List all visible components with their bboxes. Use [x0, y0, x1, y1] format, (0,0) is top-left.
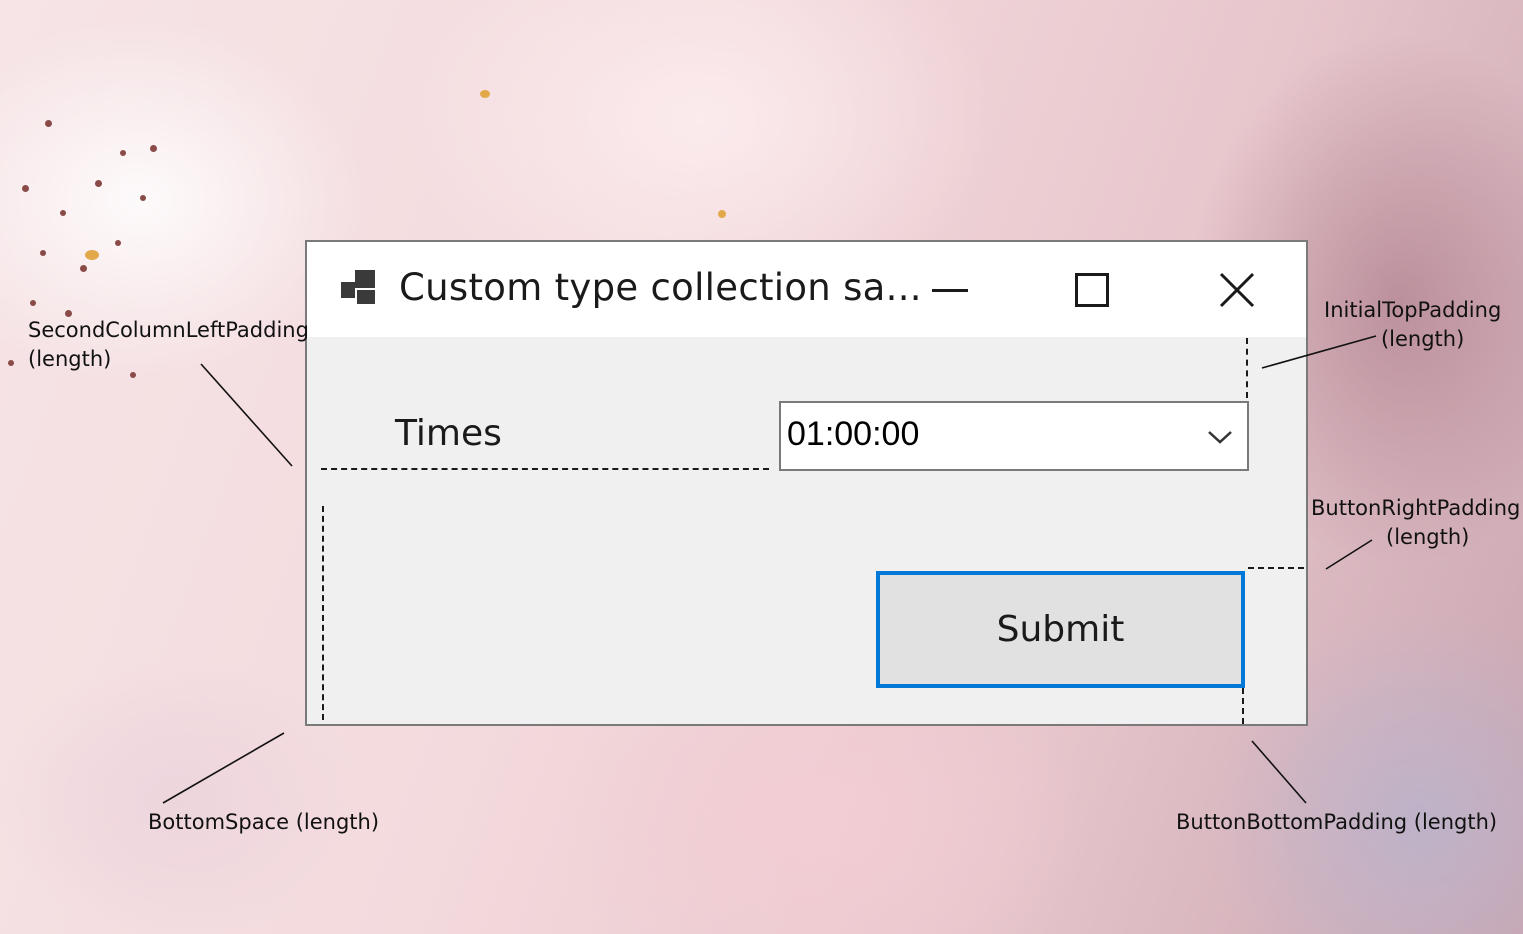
flower-stamen	[8, 360, 14, 366]
window-title: Custom type collection sa...	[399, 266, 922, 309]
times-label: Times	[395, 413, 502, 454]
minimize-icon	[932, 288, 968, 292]
flower-stamen	[140, 195, 146, 201]
button-bottom-padding-guide	[1242, 688, 1244, 724]
app-window: Custom type collection sa... Times 01:00…	[305, 240, 1308, 726]
flower-pollen	[718, 210, 726, 218]
close-icon	[1219, 272, 1255, 307]
maximize-icon	[1075, 272, 1109, 307]
times-value: 01:00:00	[787, 415, 920, 453]
button-right-padding-guide	[1248, 567, 1304, 569]
annotation-text: (length)	[1380, 327, 1465, 351]
flower-stamen	[30, 300, 36, 306]
flower-pollen	[85, 250, 99, 260]
flower-stamen	[150, 145, 157, 152]
annotation-text: InitialTopPadding	[1324, 298, 1502, 322]
flower-stamen	[80, 265, 87, 272]
close-button[interactable]	[1182, 242, 1292, 337]
app-form-icon	[341, 270, 375, 304]
flower-stamen	[120, 150, 126, 156]
bottom-space-annotation: BottomSpace (length)	[148, 810, 380, 834]
annotation-text: (length)	[28, 347, 112, 371]
button-right-padding-annotation: ButtonRightPadding (length)	[1311, 494, 1520, 552]
annotation-text: SecondColumnLeftPadding	[28, 318, 309, 342]
button-bottom-padding-annotation: ButtonBottomPadding (length)	[1176, 810, 1498, 834]
annotation-text: ButtonRightPadding	[1311, 496, 1521, 520]
flower-stamen	[22, 185, 29, 192]
form-client-area: Times 01:00:00 Submit	[307, 337, 1306, 724]
maximize-button[interactable]	[1037, 242, 1147, 337]
times-combobox[interactable]: 01:00:00	[779, 401, 1249, 471]
title-bar[interactable]: Custom type collection sa...	[307, 242, 1306, 337]
bottom-space-guide	[322, 506, 324, 720]
initial-top-padding-guide	[1246, 338, 1248, 398]
annotation-text: (length)	[1386, 525, 1470, 549]
flower-stamen	[95, 180, 102, 187]
flower-stamen	[40, 250, 46, 256]
submit-button[interactable]: Submit	[876, 571, 1245, 688]
second-column-left-padding-guide	[321, 468, 769, 470]
chevron-down-icon[interactable]	[1207, 429, 1233, 445]
flower-stamen	[45, 120, 52, 127]
flower-stamen	[115, 240, 121, 246]
minimize-button[interactable]	[895, 242, 1005, 337]
flower-stamen	[60, 210, 66, 216]
initial-top-padding-annotation: InitialTopPadding (length)	[1324, 296, 1501, 354]
flower-pollen	[480, 90, 490, 98]
second-column-left-padding-annotation: SecondColumnLeftPadding (length)	[28, 316, 309, 374]
